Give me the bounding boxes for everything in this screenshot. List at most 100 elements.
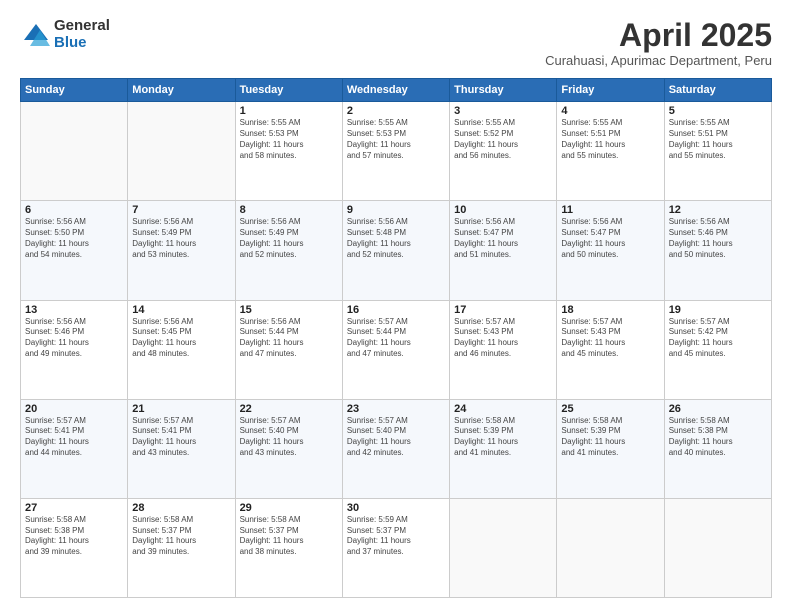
- logo-icon: [20, 20, 50, 50]
- logo-general: General: [54, 18, 110, 35]
- calendar-cell: 1Sunrise: 5:55 AM Sunset: 5:53 PM Daylig…: [235, 102, 342, 201]
- day-info: Sunrise: 5:56 AM Sunset: 5:50 PM Dayligh…: [25, 217, 123, 260]
- calendar-cell: 8Sunrise: 5:56 AM Sunset: 5:49 PM Daylig…: [235, 201, 342, 300]
- calendar-cell: 3Sunrise: 5:55 AM Sunset: 5:52 PM Daylig…: [450, 102, 557, 201]
- day-info: Sunrise: 5:57 AM Sunset: 5:41 PM Dayligh…: [25, 416, 123, 459]
- day-info: Sunrise: 5:56 AM Sunset: 5:46 PM Dayligh…: [25, 317, 123, 360]
- calendar-cell: 27Sunrise: 5:58 AM Sunset: 5:38 PM Dayli…: [21, 498, 128, 597]
- calendar-cell: 21Sunrise: 5:57 AM Sunset: 5:41 PM Dayli…: [128, 399, 235, 498]
- weekday-header-thursday: Thursday: [450, 79, 557, 102]
- day-info: Sunrise: 5:57 AM Sunset: 5:43 PM Dayligh…: [454, 317, 552, 360]
- week-row-0: 1Sunrise: 5:55 AM Sunset: 5:53 PM Daylig…: [21, 102, 772, 201]
- day-number: 13: [25, 304, 123, 316]
- day-number: 10: [454, 204, 552, 216]
- calendar-cell: 30Sunrise: 5:59 AM Sunset: 5:37 PM Dayli…: [342, 498, 449, 597]
- day-number: 9: [347, 204, 445, 216]
- day-info: Sunrise: 5:56 AM Sunset: 5:47 PM Dayligh…: [454, 217, 552, 260]
- day-number: 26: [669, 403, 767, 415]
- day-number: 2: [347, 105, 445, 117]
- day-number: 30: [347, 502, 445, 514]
- day-info: Sunrise: 5:57 AM Sunset: 5:44 PM Dayligh…: [347, 317, 445, 360]
- calendar-cell: 24Sunrise: 5:58 AM Sunset: 5:39 PM Dayli…: [450, 399, 557, 498]
- week-row-1: 6Sunrise: 5:56 AM Sunset: 5:50 PM Daylig…: [21, 201, 772, 300]
- day-info: Sunrise: 5:57 AM Sunset: 5:40 PM Dayligh…: [240, 416, 338, 459]
- calendar-cell: [21, 102, 128, 201]
- day-number: 28: [132, 502, 230, 514]
- calendar-cell: 7Sunrise: 5:56 AM Sunset: 5:49 PM Daylig…: [128, 201, 235, 300]
- calendar-cell: 5Sunrise: 5:55 AM Sunset: 5:51 PM Daylig…: [664, 102, 771, 201]
- day-info: Sunrise: 5:55 AM Sunset: 5:52 PM Dayligh…: [454, 118, 552, 161]
- day-number: 12: [669, 204, 767, 216]
- day-info: Sunrise: 5:55 AM Sunset: 5:53 PM Dayligh…: [240, 118, 338, 161]
- day-number: 11: [561, 204, 659, 216]
- calendar-cell: 18Sunrise: 5:57 AM Sunset: 5:43 PM Dayli…: [557, 300, 664, 399]
- calendar-cell: 19Sunrise: 5:57 AM Sunset: 5:42 PM Dayli…: [664, 300, 771, 399]
- day-info: Sunrise: 5:56 AM Sunset: 5:48 PM Dayligh…: [347, 217, 445, 260]
- day-number: 24: [454, 403, 552, 415]
- calendar-cell: 9Sunrise: 5:56 AM Sunset: 5:48 PM Daylig…: [342, 201, 449, 300]
- day-info: Sunrise: 5:55 AM Sunset: 5:51 PM Dayligh…: [669, 118, 767, 161]
- day-info: Sunrise: 5:58 AM Sunset: 5:37 PM Dayligh…: [240, 515, 338, 558]
- day-number: 22: [240, 403, 338, 415]
- day-number: 3: [454, 105, 552, 117]
- logo-blue-text: Blue: [54, 35, 110, 52]
- calendar-cell: 11Sunrise: 5:56 AM Sunset: 5:47 PM Dayli…: [557, 201, 664, 300]
- day-number: 19: [669, 304, 767, 316]
- day-number: 1: [240, 105, 338, 117]
- day-info: Sunrise: 5:56 AM Sunset: 5:45 PM Dayligh…: [132, 317, 230, 360]
- day-info: Sunrise: 5:58 AM Sunset: 5:39 PM Dayligh…: [454, 416, 552, 459]
- day-info: Sunrise: 5:59 AM Sunset: 5:37 PM Dayligh…: [347, 515, 445, 558]
- header: General Blue April 2025 Curahuasi, Apuri…: [20, 18, 772, 68]
- weekday-header-sunday: Sunday: [21, 79, 128, 102]
- day-number: 23: [347, 403, 445, 415]
- logo: General Blue: [20, 18, 110, 51]
- weekday-header-row: SundayMondayTuesdayWednesdayThursdayFrid…: [21, 79, 772, 102]
- calendar-cell: [557, 498, 664, 597]
- day-info: Sunrise: 5:57 AM Sunset: 5:40 PM Dayligh…: [347, 416, 445, 459]
- day-info: Sunrise: 5:55 AM Sunset: 5:51 PM Dayligh…: [561, 118, 659, 161]
- day-number: 7: [132, 204, 230, 216]
- calendar-cell: [450, 498, 557, 597]
- subtitle: Curahuasi, Apurimac Department, Peru: [545, 53, 772, 68]
- day-number: 14: [132, 304, 230, 316]
- day-info: Sunrise: 5:58 AM Sunset: 5:38 PM Dayligh…: [25, 515, 123, 558]
- calendar-cell: 15Sunrise: 5:56 AM Sunset: 5:44 PM Dayli…: [235, 300, 342, 399]
- calendar-table: SundayMondayTuesdayWednesdayThursdayFrid…: [20, 78, 772, 598]
- calendar-cell: 22Sunrise: 5:57 AM Sunset: 5:40 PM Dayli…: [235, 399, 342, 498]
- day-info: Sunrise: 5:56 AM Sunset: 5:49 PM Dayligh…: [132, 217, 230, 260]
- day-number: 29: [240, 502, 338, 514]
- calendar-cell: 6Sunrise: 5:56 AM Sunset: 5:50 PM Daylig…: [21, 201, 128, 300]
- day-info: Sunrise: 5:57 AM Sunset: 5:42 PM Dayligh…: [669, 317, 767, 360]
- day-number: 6: [25, 204, 123, 216]
- calendar-cell: 23Sunrise: 5:57 AM Sunset: 5:40 PM Dayli…: [342, 399, 449, 498]
- weekday-header-saturday: Saturday: [664, 79, 771, 102]
- calendar-cell: 29Sunrise: 5:58 AM Sunset: 5:37 PM Dayli…: [235, 498, 342, 597]
- calendar-cell: 25Sunrise: 5:58 AM Sunset: 5:39 PM Dayli…: [557, 399, 664, 498]
- weekday-header-wednesday: Wednesday: [342, 79, 449, 102]
- calendar-cell: 4Sunrise: 5:55 AM Sunset: 5:51 PM Daylig…: [557, 102, 664, 201]
- day-info: Sunrise: 5:58 AM Sunset: 5:39 PM Dayligh…: [561, 416, 659, 459]
- day-number: 18: [561, 304, 659, 316]
- calendar-cell: 13Sunrise: 5:56 AM Sunset: 5:46 PM Dayli…: [21, 300, 128, 399]
- weekday-header-tuesday: Tuesday: [235, 79, 342, 102]
- page: General Blue April 2025 Curahuasi, Apuri…: [0, 0, 792, 612]
- calendar-cell: 16Sunrise: 5:57 AM Sunset: 5:44 PM Dayli…: [342, 300, 449, 399]
- day-info: Sunrise: 5:56 AM Sunset: 5:47 PM Dayligh…: [561, 217, 659, 260]
- calendar-cell: 10Sunrise: 5:56 AM Sunset: 5:47 PM Dayli…: [450, 201, 557, 300]
- day-number: 15: [240, 304, 338, 316]
- calendar-cell: 14Sunrise: 5:56 AM Sunset: 5:45 PM Dayli…: [128, 300, 235, 399]
- calendar-cell: 26Sunrise: 5:58 AM Sunset: 5:38 PM Dayli…: [664, 399, 771, 498]
- day-number: 21: [132, 403, 230, 415]
- logo-text: General Blue: [54, 18, 110, 51]
- day-number: 27: [25, 502, 123, 514]
- day-number: 17: [454, 304, 552, 316]
- week-row-4: 27Sunrise: 5:58 AM Sunset: 5:38 PM Dayli…: [21, 498, 772, 597]
- title-block: April 2025 Curahuasi, Apurimac Departmen…: [545, 18, 772, 68]
- day-number: 4: [561, 105, 659, 117]
- day-info: Sunrise: 5:56 AM Sunset: 5:49 PM Dayligh…: [240, 217, 338, 260]
- month-title: April 2025: [545, 18, 772, 53]
- day-info: Sunrise: 5:56 AM Sunset: 5:44 PM Dayligh…: [240, 317, 338, 360]
- day-number: 8: [240, 204, 338, 216]
- calendar-cell: 28Sunrise: 5:58 AM Sunset: 5:37 PM Dayli…: [128, 498, 235, 597]
- week-row-2: 13Sunrise: 5:56 AM Sunset: 5:46 PM Dayli…: [21, 300, 772, 399]
